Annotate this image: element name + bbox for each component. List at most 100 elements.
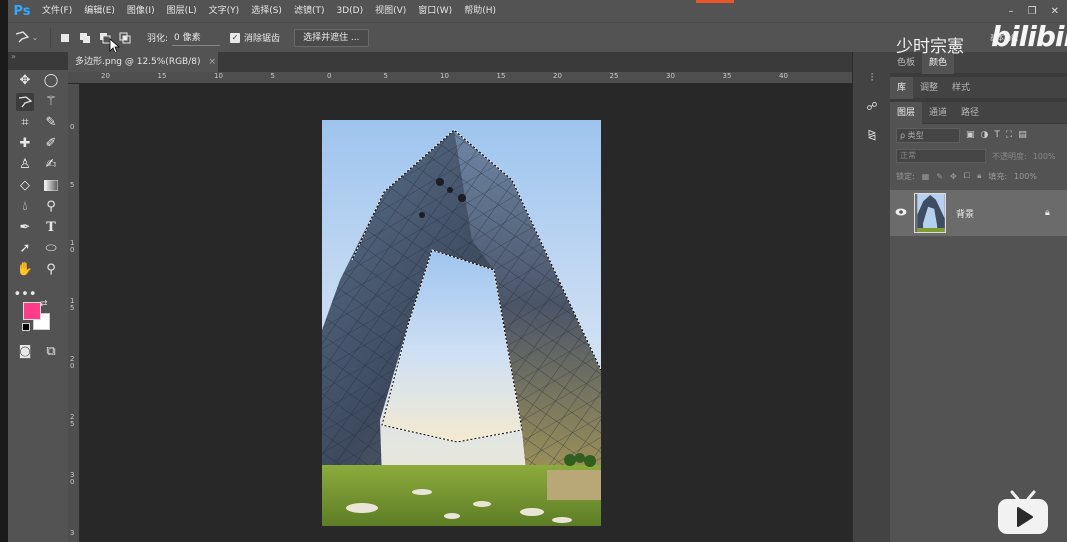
feather-label: 羽化: (147, 34, 169, 44)
vertical-ruler: 0 5 1 0 1 5 2 0 2 5 3 0 3 (68, 84, 80, 542)
title-accent-mark (696, 0, 734, 3)
panel-dock: ⫶ ☍ ⧎ (852, 52, 890, 542)
ruler-tick-label: 0 (70, 123, 75, 131)
crop-tool-icon[interactable]: ⌗ (16, 114, 34, 132)
layer-row-background[interactable]: 背景 🔒︎ (890, 190, 1067, 236)
path-selection-icon[interactable]: ➚ (16, 240, 34, 258)
menu-3d[interactable]: 3D(D) (330, 0, 369, 22)
menu-layer[interactable]: 图层(L) (161, 0, 203, 22)
menu-bar: Ps 文件(F) 编辑(E) 图像(I) 图层(L) 文字(Y) 选择(S) 滤… (8, 0, 1067, 22)
hand-tool-icon[interactable]: ✋ (16, 261, 34, 279)
menu-view[interactable]: 视图(V) (369, 0, 412, 22)
clone-stamp-icon[interactable]: ♙ (16, 156, 34, 174)
move-tool-icon[interactable]: ✥ (16, 72, 34, 90)
tools-panel: ✥ ◯ ⚚ ⌗ ✎ ✚ ✐ ♙ ✍ ◇ 💧︎ ⚲ ✒ T ➚ ⬭ ✋ ⚲ •••… (8, 70, 68, 542)
channel-watermark: 少时宗憲 (896, 37, 964, 57)
menu-window[interactable]: 窗口(W) (412, 0, 458, 22)
type-tool-icon[interactable]: T (42, 219, 60, 237)
menu-help[interactable]: 帮助(H) (458, 0, 502, 22)
ellipse-shape-icon[interactable]: ⬭ (42, 240, 60, 258)
image-filter-icon[interactable]: ▣ (966, 130, 975, 140)
more-tools-icon[interactable]: ••• (14, 286, 37, 304)
close-window-button[interactable]: ✕ (1051, 6, 1059, 17)
zoom-tool-icon[interactable]: ⚲ (42, 261, 60, 279)
menu-edit[interactable]: 编辑(E) (78, 0, 121, 22)
close-tab-icon[interactable]: × (209, 52, 217, 72)
add-to-selection-icon[interactable] (77, 30, 93, 46)
visibility-eye-icon[interactable] (890, 208, 912, 219)
photoshop-logo: Ps (13, 3, 31, 19)
ruler-tick-label: 2 5 (70, 413, 75, 428)
select-and-mask-button[interactable]: 选择并遮住 ... (294, 28, 369, 47)
canvas-area[interactable] (80, 84, 852, 542)
tab-libraries[interactable]: 库 (890, 76, 914, 99)
blend-mode-select[interactable]: 正常 (896, 149, 986, 163)
history-brush-icon[interactable]: ✍ (42, 156, 60, 174)
restore-button[interactable]: ❐ (1028, 6, 1037, 17)
document-tab[interactable]: 多边形.png @ 12.5%(RGB/8) × (68, 52, 218, 72)
character-panel-icon[interactable]: ⧎ (853, 120, 891, 148)
swap-colors-icon[interactable]: ⇄ (40, 299, 48, 309)
lock-artboard-icon[interactable]: ⧠ (964, 171, 970, 181)
eyedropper-icon[interactable]: ✎ (42, 114, 60, 132)
chevron-down-icon: ⌄ (31, 33, 39, 42)
lock-pixels-icon[interactable]: ✎ (936, 172, 943, 181)
right-panels: 色板 颜色 库 调整 样式 图层 通道 路径 ρ 类型 ▣ ◑ T ⛶ ▤ 正常… (890, 51, 1067, 542)
adjustment-filter-icon[interactable]: ◑ (981, 130, 989, 140)
menu-image[interactable]: 图像(I) (121, 0, 161, 22)
tab-adjustments[interactable]: 调整 (913, 77, 945, 99)
foreground-color-swatch[interactable] (23, 302, 41, 320)
layer-name[interactable]: 背景 (956, 207, 1045, 220)
tools-panel-header[interactable]: » (8, 52, 68, 70)
dodge-tool-icon[interactable]: ⚲ (42, 198, 60, 216)
polygonal-lasso-icon (15, 30, 29, 42)
lock-position-icon[interactable]: ✥ (950, 172, 957, 181)
magic-wand-icon[interactable]: ⚚ (42, 93, 60, 111)
bilibili-tv-icon (995, 488, 1051, 536)
tab-styles[interactable]: 样式 (945, 77, 977, 99)
smart-object-filter-icon[interactable]: ▤ (1018, 130, 1027, 140)
polygonal-lasso-tool-icon[interactable] (16, 92, 34, 111)
brush-tool-icon[interactable]: ✐ (42, 135, 60, 153)
menu-filter[interactable]: 滤镜(T) (288, 0, 331, 22)
opacity-value[interactable]: 100% (1033, 152, 1056, 161)
ruler-tick-label: 1 0 (70, 239, 75, 254)
lock-label: 锁定: (896, 171, 915, 181)
gradient-tool-icon[interactable] (42, 177, 60, 195)
eraser-icon[interactable]: ◇ (16, 177, 34, 195)
feather-input[interactable]: 0 像素 (172, 30, 221, 46)
menu-type[interactable]: 文字(Y) (203, 0, 246, 22)
elliptical-marquee-icon[interactable]: ◯ (42, 72, 60, 90)
menu-select[interactable]: 选择(S) (245, 0, 288, 22)
cctv-building-photo (322, 120, 601, 526)
shape-filter-icon[interactable]: ⛶ (1006, 130, 1012, 140)
photoshop-window: Ps 文件(F) 编辑(E) 图像(I) 图层(L) 文字(Y) 选择(S) 滤… (8, 0, 1067, 542)
document-tab-title: 多边形.png @ 12.5%(RGB/8) (75, 57, 201, 67)
antialias-checkbox[interactable]: ✓ (230, 32, 241, 43)
tab-channels[interactable]: 通道 (922, 102, 954, 124)
quick-mask-icon[interactable]: ◙ (16, 343, 34, 361)
tab-paths[interactable]: 路径 (954, 102, 986, 124)
fill-value[interactable]: 100% (1014, 172, 1037, 181)
document-image[interactable] (322, 120, 601, 526)
blur-tool-icon[interactable]: 💧︎ (16, 198, 34, 216)
polygonal-lasso-preset-picker[interactable]: ⌄ (8, 30, 44, 45)
lock-transparent-icon[interactable]: ▦ (922, 172, 930, 181)
healing-brush-icon[interactable]: ✚ (16, 135, 34, 153)
screen-mode-icon[interactable]: ⧉ (42, 343, 60, 361)
layers-panel-tabs: 图层 通道 路径 (890, 101, 1067, 124)
horizontal-ruler: 20 15 10 5 0 5 10 15 20 25 30 35 40 (68, 72, 852, 84)
pen-tool-icon[interactable]: ✒ (16, 219, 34, 237)
antialias-label: 消除锯齿 (244, 34, 281, 44)
new-selection-icon[interactable] (57, 30, 73, 46)
tab-layers[interactable]: 图层 (890, 101, 923, 124)
layer-filter-input[interactable]: ρ 类型 (896, 127, 960, 143)
default-colors-icon[interactable] (22, 323, 30, 331)
lock-all-icon[interactable]: 🔒︎ (977, 171, 981, 181)
type-filter-icon[interactable]: T (994, 130, 1000, 140)
menu-file[interactable]: 文件(F) (36, 0, 78, 22)
properties-panel-icon[interactable]: ☍ (853, 92, 891, 120)
histogram-panel-icon[interactable]: ⫶ (853, 64, 891, 92)
document-tabs: 多边形.png @ 12.5%(RGB/8) × (68, 52, 852, 72)
minimize-button[interactable]: – (1009, 6, 1014, 17)
